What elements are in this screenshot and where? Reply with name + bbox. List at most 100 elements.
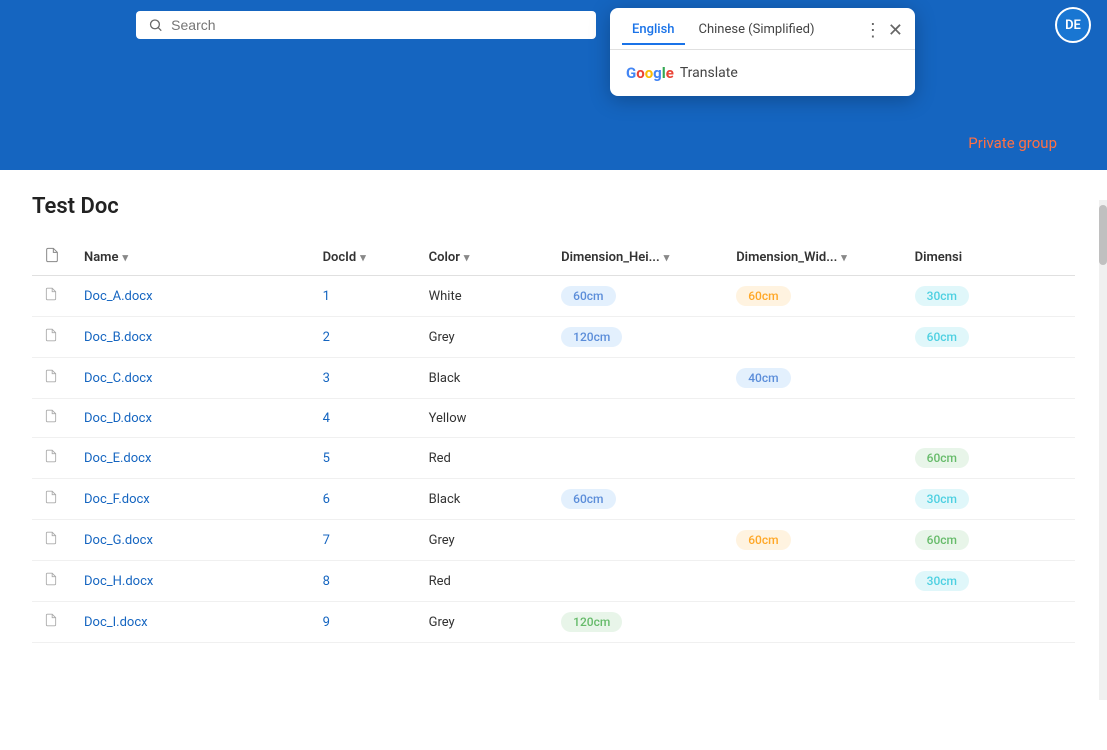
- banner: Private group: [0, 50, 1107, 170]
- doc-color: Black: [417, 479, 550, 520]
- dimension-badge: 120cm: [561, 327, 622, 347]
- translate-header: English Chinese (Simplified) ⋮ ✕: [610, 8, 915, 49]
- scroll-thumb[interactable]: [1099, 205, 1107, 265]
- doc-color: White: [417, 276, 550, 317]
- document-table: Name▾ DocId▾ Color▾ Dimension_Hei...▾ Di…: [32, 239, 1075, 643]
- dimension-badge: 60cm: [736, 530, 790, 550]
- doc-name[interactable]: Doc_B.docx: [72, 317, 311, 358]
- doc-name[interactable]: Doc_C.docx: [72, 358, 311, 399]
- doc-dimensi: [903, 358, 1075, 399]
- google-logo: Google: [626, 64, 674, 82]
- col-header-dim-height[interactable]: Dimension_Hei...▾: [549, 239, 724, 276]
- col-header-dim-width[interactable]: Dimension_Wid...▾: [724, 239, 902, 276]
- doc-dim-height: 60cm: [549, 479, 724, 520]
- private-group-link[interactable]: Private group: [968, 134, 1057, 152]
- app-header: DE: [0, 0, 1107, 50]
- file-icon-cell: [32, 561, 72, 602]
- dimension-badge: 120cm: [561, 612, 622, 632]
- dimension-badge: 60cm: [561, 286, 615, 306]
- doc-name[interactable]: Doc_H.docx: [72, 561, 311, 602]
- doc-dimensi: [903, 399, 1075, 438]
- dimension-badge: 60cm: [915, 327, 969, 347]
- table-row: Doc_G.docx 7 Grey 60cm 60cm: [32, 520, 1075, 561]
- table-row: Doc_F.docx 6 Black 60cm 30cm: [32, 479, 1075, 520]
- file-icon-cell: [32, 317, 72, 358]
- scrollbar[interactable]: [1099, 200, 1107, 700]
- doc-dim-width: 60cm: [724, 520, 902, 561]
- table-row: Doc_C.docx 3 Black 40cm: [32, 358, 1075, 399]
- tab-chinese[interactable]: Chinese (Simplified): [689, 16, 825, 45]
- table-row: Doc_A.docx 1 White 60cm 60cm 30cm: [32, 276, 1075, 317]
- doc-dim-height: 120cm: [549, 602, 724, 643]
- doc-color: Grey: [417, 520, 550, 561]
- doc-dim-width: [724, 479, 902, 520]
- dimension-badge: 60cm: [561, 489, 615, 509]
- dimension-badge: 30cm: [915, 286, 969, 306]
- file-icon-cell: [32, 276, 72, 317]
- doc-dimensi: 60cm: [903, 520, 1075, 561]
- doc-dim-height: [549, 520, 724, 561]
- doc-dim-height: [549, 561, 724, 602]
- page-title: Test Doc: [32, 194, 1075, 219]
- close-icon[interactable]: ✕: [888, 22, 903, 40]
- dimension-badge: 30cm: [915, 571, 969, 591]
- search-bar[interactable]: [136, 11, 596, 39]
- doc-dim-height: [549, 399, 724, 438]
- doc-id: 3: [311, 358, 417, 399]
- table-row: Doc_I.docx 9 Grey 120cm: [32, 602, 1075, 643]
- doc-color: Grey: [417, 317, 550, 358]
- doc-color: Yellow: [417, 399, 550, 438]
- doc-dimensi: [903, 602, 1075, 643]
- dimension-badge: 30cm: [915, 489, 969, 509]
- file-icon-cell: [32, 479, 72, 520]
- doc-name[interactable]: Doc_G.docx: [72, 520, 311, 561]
- doc-name[interactable]: Doc_A.docx: [72, 276, 311, 317]
- file-icon-cell: [32, 438, 72, 479]
- doc-dimensi: 30cm: [903, 561, 1075, 602]
- doc-dim-width: [724, 317, 902, 358]
- dimension-badge: 60cm: [915, 448, 969, 468]
- table-scroll-area[interactable]: Name▾ DocId▾ Color▾ Dimension_Hei...▾ Di…: [32, 239, 1075, 643]
- tab-english[interactable]: English: [622, 16, 685, 45]
- doc-dim-height: 60cm: [549, 276, 724, 317]
- doc-id: 4: [311, 399, 417, 438]
- doc-dimensi: 60cm: [903, 438, 1075, 479]
- doc-id: 6: [311, 479, 417, 520]
- doc-name[interactable]: Doc_I.docx: [72, 602, 311, 643]
- file-icon-cell: [32, 520, 72, 561]
- search-icon: [148, 17, 163, 33]
- doc-dim-width: 60cm: [724, 276, 902, 317]
- doc-dimensi: 30cm: [903, 276, 1075, 317]
- doc-name[interactable]: Doc_F.docx: [72, 479, 311, 520]
- search-input[interactable]: [171, 17, 584, 33]
- file-icon-cell: [32, 602, 72, 643]
- doc-color: Red: [417, 438, 550, 479]
- main-content: Test Doc Name▾ DocId▾ Color▾: [0, 170, 1107, 750]
- translate-popup: English Chinese (Simplified) ⋮ ✕ Google …: [610, 8, 915, 96]
- doc-id: 5: [311, 438, 417, 479]
- doc-color: Black: [417, 358, 550, 399]
- translate-label: Translate: [680, 65, 738, 81]
- table-header: Name▾ DocId▾ Color▾ Dimension_Hei...▾ Di…: [32, 239, 1075, 276]
- table-row: Doc_H.docx 8 Red 30cm: [32, 561, 1075, 602]
- col-header-docid[interactable]: DocId▾: [311, 239, 417, 276]
- doc-name[interactable]: Doc_E.docx: [72, 438, 311, 479]
- dimension-badge: 60cm: [915, 530, 969, 550]
- file-icon-cell: [32, 399, 72, 438]
- table-body: Doc_A.docx 1 White 60cm 60cm 30cm Doc_B.…: [32, 276, 1075, 643]
- avatar[interactable]: DE: [1055, 7, 1091, 43]
- doc-dim-height: 120cm: [549, 317, 724, 358]
- doc-name[interactable]: Doc_D.docx: [72, 399, 311, 438]
- table-row: Doc_B.docx 2 Grey 120cm 60cm: [32, 317, 1075, 358]
- col-icon: [32, 239, 72, 276]
- doc-dim-height: [549, 358, 724, 399]
- doc-id: 8: [311, 561, 417, 602]
- doc-dim-width: [724, 399, 902, 438]
- translate-divider: [610, 49, 915, 50]
- col-header-color[interactable]: Color▾: [417, 239, 550, 276]
- doc-dimensi: 30cm: [903, 479, 1075, 520]
- doc-id: 1: [311, 276, 417, 317]
- col-header-name[interactable]: Name▾: [72, 239, 311, 276]
- doc-dim-width: [724, 561, 902, 602]
- more-options-icon[interactable]: ⋮: [864, 22, 882, 40]
